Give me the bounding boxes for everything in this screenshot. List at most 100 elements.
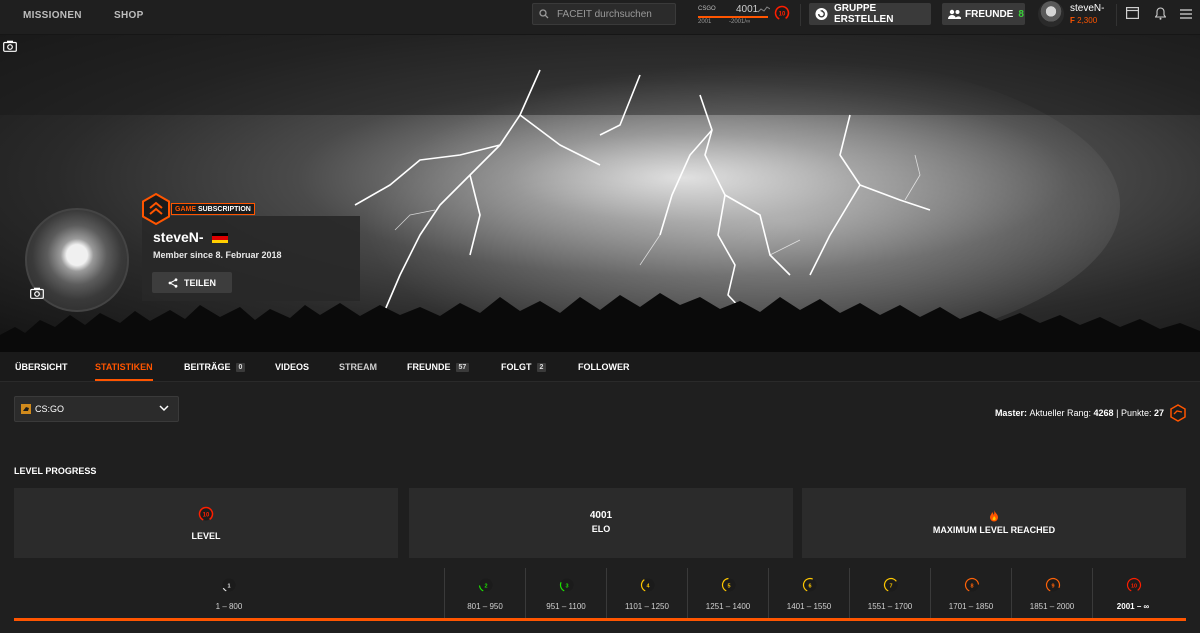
trend-icon [758, 6, 770, 13]
master-rank-info: Master: Aktueller Rang: 4268 | Punkte: 2… [995, 404, 1187, 422]
elo-value: 4001 [589, 510, 613, 521]
profile-banner [0, 35, 1200, 352]
tab-posts-count: 0 [235, 362, 246, 372]
level-progress-title: LEVEL PROGRESS [14, 466, 97, 476]
search-placeholder: FACEIT durchsuchen [557, 8, 652, 20]
level-progress-bar [14, 618, 1186, 621]
tab-stream[interactable]: STREAM [339, 362, 377, 372]
subscription-badge-icon [142, 193, 170, 225]
elo-widget-range-low: 2001 [698, 19, 712, 25]
skill-level-number: 10 [779, 12, 786, 18]
level-range-label: 801 – 950 [467, 602, 503, 611]
subscription-tag: GAME SUBSCRIPTION [171, 203, 255, 215]
level-range-label: 951 – 1100 [546, 602, 586, 611]
elo-label: ELO [591, 524, 611, 534]
skill-level-icon: 10 [774, 5, 790, 21]
csgo-icon [21, 404, 31, 414]
level-range-label: 1401 – 1550 [786, 602, 832, 611]
header-username: steveN- [1070, 3, 1105, 14]
menu-icon[interactable] [1180, 9, 1192, 19]
friends-icon [948, 9, 961, 19]
tab-following[interactable]: FOLGT 2 [501, 362, 547, 372]
game-select[interactable]: CS:GO [14, 396, 179, 422]
skill-level-6-icon: 6 [802, 577, 817, 593]
tab-followers[interactable]: FOLLOWER [578, 362, 630, 372]
skill-level-number: 6 [808, 584, 811, 590]
nav-missions[interactable]: MISSIONEN [23, 10, 82, 21]
friends-button[interactable]: FREUNDE 8 [942, 3, 1025, 25]
banner-image [0, 35, 1200, 352]
level-range-label: 1101 – 1250 [625, 602, 669, 611]
level-segment-1: 1 1 – 800 [14, 568, 444, 618]
header-points: F 2,300 [1070, 16, 1097, 25]
skill-level-4-icon: 4 [640, 577, 655, 593]
level-range-label: 1251 – 1400 [705, 602, 751, 611]
skill-level-number: 5 [727, 584, 730, 590]
svg-text:10: 10 [203, 513, 210, 519]
subscription-label: SUBSCRIPTION [197, 206, 251, 213]
skill-level-3-icon: 3 [559, 577, 574, 593]
skill-level-number: 2 [484, 584, 487, 590]
tab-overview[interactable]: ÜBERSICHT [15, 362, 68, 372]
tab-following-count: 2 [536, 362, 547, 372]
camera-icon[interactable] [30, 287, 44, 299]
points-icon: F [1070, 16, 1075, 25]
tab-videos[interactable]: VIDEOS [275, 362, 309, 372]
share-label: TEILEN [184, 277, 217, 288]
level-range-label: 1851 – 2000 [1029, 602, 1075, 611]
elo-widget-game: CSGO [698, 6, 716, 12]
skill-level-number: 7 [889, 584, 892, 590]
elo-widget-value: 4001 [736, 4, 759, 15]
master-rank: 4268 [1093, 408, 1114, 418]
friends-label: FREUNDE [965, 8, 1014, 20]
tab-statistics[interactable]: STATISTIKEN [95, 362, 153, 381]
level-segment-7: 7 1551 – 1700 [849, 568, 930, 618]
share-button[interactable]: TEILEN [152, 272, 232, 293]
level-progress-track: 1 1 – 800 2 801 – 950 3 951 – 1100 4 1101 – 125… [0, 568, 1200, 620]
germany-flag-icon [212, 233, 228, 243]
level-segment-6: 6 1401 – 1550 [768, 568, 849, 618]
tab-posts[interactable]: BEITRÄGE 0 [184, 362, 246, 372]
master-title: Master: [994, 408, 1027, 418]
skill-level-number: 3 [565, 584, 568, 590]
level-segment-9: 9 1851 – 2000 [1011, 568, 1092, 618]
master-points-label: Punkte: [1120, 408, 1152, 418]
member-since: Member since 8. Februar 2018 [153, 250, 282, 260]
skill-level-9-icon: 9 [1045, 577, 1060, 593]
search-input[interactable]: FACEIT durchsuchen [532, 3, 676, 25]
subscription-game: GAME [175, 206, 196, 213]
friends-count: 8 [1018, 8, 1024, 20]
camera-icon[interactable] [3, 40, 17, 52]
search-icon [539, 9, 549, 19]
skill-level-number: 10 [1130, 584, 1136, 590]
skill-level-icon: 10 [198, 506, 214, 522]
elo-widget-range-high: -2001/∞ [729, 19, 751, 25]
group-icon [815, 7, 828, 21]
browser-icon[interactable] [1126, 7, 1139, 19]
level-segment-5: 5 1251 – 1400 [687, 568, 768, 618]
tab-friends[interactable]: FREUNDE 57 [407, 362, 470, 372]
level-range-label: 1701 – 1850 [948, 602, 994, 611]
level-segment-8: 8 1701 – 1850 [930, 568, 1011, 618]
level-segment-4: 4 1101 – 1250 [606, 568, 687, 618]
points-value: 2,300 [1077, 16, 1098, 25]
share-icon [168, 277, 178, 288]
skill-level-8-icon: 8 [964, 577, 979, 593]
master-separator: | [1116, 408, 1119, 418]
profile-tabs: ÜBERSICHT STATISTIKEN BEITRÄGE 0 VIDEOS S… [0, 352, 1200, 382]
level-segment-2: 2 801 – 950 [444, 568, 525, 618]
skill-level-2-icon: 2 [478, 577, 493, 593]
level-label: LEVEL [191, 531, 221, 541]
top-bar: MISSIONEN SHOP FACEIT durchsuchen CSGO 4… [0, 0, 1200, 35]
skill-level-5-icon: 5 [721, 577, 736, 593]
bell-icon[interactable] [1155, 7, 1166, 20]
divider [1116, 4, 1117, 26]
level-range-label: 2001 – ∞ [1116, 602, 1150, 611]
game-select-value: CS:GO [35, 404, 65, 414]
nav-shop[interactable]: SHOP [114, 10, 144, 21]
elo-widget[interactable]: CSGO 4001 2001 -2001/∞ 10 [696, 3, 792, 29]
skill-level-number: 8 [970, 584, 973, 590]
create-group-button[interactable]: GRUPPE ERSTELLEN [809, 3, 931, 25]
master-rank-label: Aktueller Rang: [1029, 408, 1092, 418]
level-range-label: 1 – 800 [215, 602, 243, 611]
